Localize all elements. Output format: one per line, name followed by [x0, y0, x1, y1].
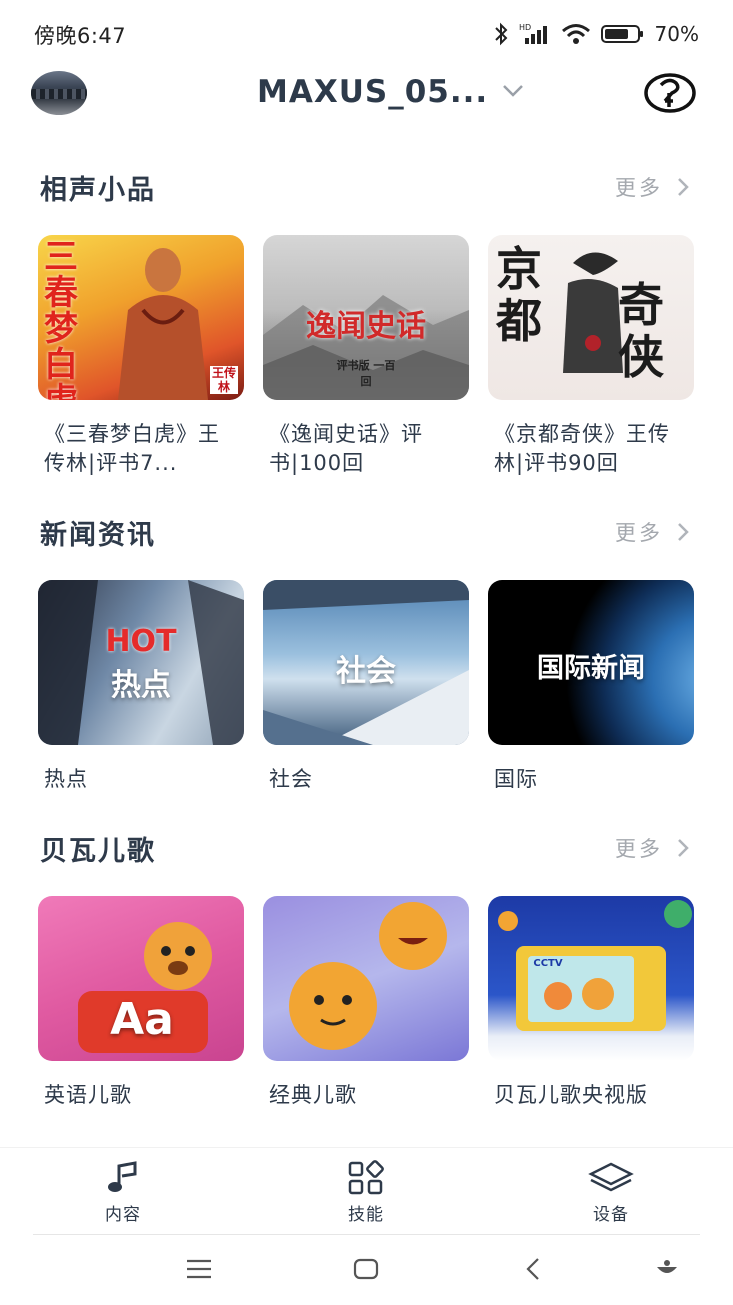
card-thumbnail	[263, 896, 469, 1061]
content-card[interactable]: 社会 社会	[263, 580, 469, 794]
card-art-text-left: 京都	[496, 242, 542, 348]
card-thumbnail: 社会	[263, 580, 469, 745]
card-title: 社会	[269, 767, 313, 791]
svg-text:HD: HD	[519, 23, 531, 32]
tab-skills[interactable]: 技能	[306, 1160, 426, 1225]
card-title: 国际	[494, 767, 538, 791]
card-art-text: 逸闻史话	[306, 309, 426, 344]
card-thumbnail: 三春梦白虎 王传林	[38, 235, 244, 400]
cellular-signal-icon: HD	[519, 23, 547, 44]
card-art-text: 热点	[111, 668, 171, 703]
card-art-subtext: 王传林	[210, 366, 238, 394]
home-icon[interactable]	[353, 1257, 379, 1281]
tiger-illustration	[289, 902, 447, 1050]
tab-content[interactable]: 内容	[63, 1160, 183, 1225]
tab-label: 内容	[105, 1205, 141, 1225]
chevron-right-icon	[678, 839, 689, 857]
content-card[interactable]: 经典儿歌	[263, 896, 469, 1110]
chevron-right-icon	[678, 523, 689, 541]
tab-devices[interactable]: 设备	[551, 1160, 671, 1225]
section-header-crosstalk: 相声小品 更多	[0, 168, 733, 212]
wifi-icon	[561, 24, 590, 44]
card-thumbnail: 京都 奇侠	[488, 235, 694, 400]
card-thumbnail: Aa	[38, 896, 244, 1061]
device-name[interactable]: MAXUS_05...	[257, 74, 488, 110]
card-title: 英语儿歌	[44, 1083, 132, 1107]
brand-logo-icon[interactable]	[643, 71, 697, 115]
card-art-text-top: HOT	[105, 624, 177, 659]
card-thumbnail: 逸闻史话 评书版 一百回	[263, 235, 469, 400]
card-title: 《三春梦白虎》王传林|评书7...	[44, 422, 220, 475]
card-art-text-right: 奇侠	[618, 278, 664, 384]
chevron-down-icon[interactable]	[502, 84, 524, 98]
assistant-icon[interactable]	[655, 1257, 679, 1281]
section-title: 新闻资讯	[40, 520, 156, 551]
content-card[interactable]: 国际新闻 国际	[488, 580, 694, 794]
card-title: 热点	[44, 767, 88, 791]
card-art-text: 三春梦白虎	[44, 237, 78, 400]
more-label: 更多	[615, 521, 663, 545]
more-label: 更多	[615, 176, 663, 200]
bluetooth-icon	[494, 22, 507, 46]
content-card[interactable]: 京都 奇侠 《京都奇侠》王传林|评书90回	[488, 235, 694, 478]
card-thumbnail: CCTV	[488, 896, 694, 1061]
menu-icon[interactable]	[186, 1257, 212, 1281]
avatar[interactable]	[31, 71, 87, 115]
status-icons: HD 70%	[493, 20, 699, 48]
layers-icon	[588, 1162, 634, 1192]
card-title: 贝瓦儿歌央视版	[494, 1083, 648, 1107]
status-bar: 傍晚6:47 HD 70%	[0, 0, 733, 66]
more-label: 更多	[615, 837, 663, 861]
card-title: 经典儿歌	[269, 1083, 357, 1107]
tab-label: 技能	[348, 1205, 384, 1225]
section-title: 贝瓦儿歌	[40, 836, 156, 867]
card-art-text: CCTV	[533, 958, 563, 969]
battery-percent: 70%	[654, 22, 699, 46]
music-note-icon	[108, 1161, 137, 1192]
section-header-kids-songs: 贝瓦儿歌 更多	[0, 829, 733, 873]
warrior-illustration	[118, 248, 208, 400]
content-card[interactable]: HOT 热点 热点	[38, 580, 244, 794]
section-title: 相声小品	[40, 175, 156, 206]
more-link[interactable]: 更多	[615, 517, 689, 547]
bottom-tab-bar: 内容 技能 设备	[0, 1147, 733, 1236]
apps-grid-icon	[348, 1160, 384, 1195]
card-title: 《逸闻史话》评书|100回	[269, 422, 423, 475]
card-title: 《京都奇侠》王传林|评书90回	[494, 422, 670, 475]
tab-label: 设备	[593, 1205, 629, 1225]
card-art-subtext: 评书版 一百回	[336, 359, 396, 388]
status-time: 傍晚6:47	[34, 24, 127, 48]
content-card[interactable]: 逸闻史话 评书版 一百回 《逸闻史话》评书|100回	[263, 235, 469, 478]
back-icon[interactable]	[524, 1257, 542, 1281]
content-card[interactable]: Aa 英语儿歌	[38, 896, 244, 1110]
card-art-text: 社会	[336, 654, 396, 689]
card-thumbnail: HOT 热点	[38, 580, 244, 745]
card-art-text: Aa	[110, 994, 174, 1045]
content-card[interactable]: CCTV 贝瓦儿歌央视版	[488, 896, 694, 1110]
card-art-text: 国际新闻	[537, 653, 645, 684]
card-thumbnail: 国际新闻	[488, 580, 694, 745]
chevron-right-icon	[678, 178, 689, 196]
top-bar: MAXUS_05...	[0, 66, 733, 124]
more-link[interactable]: 更多	[615, 833, 689, 863]
tv-illustration	[498, 900, 692, 1031]
more-link[interactable]: 更多	[615, 172, 689, 202]
content-card[interactable]: 三春梦白虎 王传林 《三春梦白虎》王传林|评书7...	[38, 235, 244, 478]
section-header-news: 新闻资讯 更多	[0, 513, 733, 557]
battery-icon	[600, 25, 643, 43]
system-nav-bar	[0, 1235, 733, 1305]
